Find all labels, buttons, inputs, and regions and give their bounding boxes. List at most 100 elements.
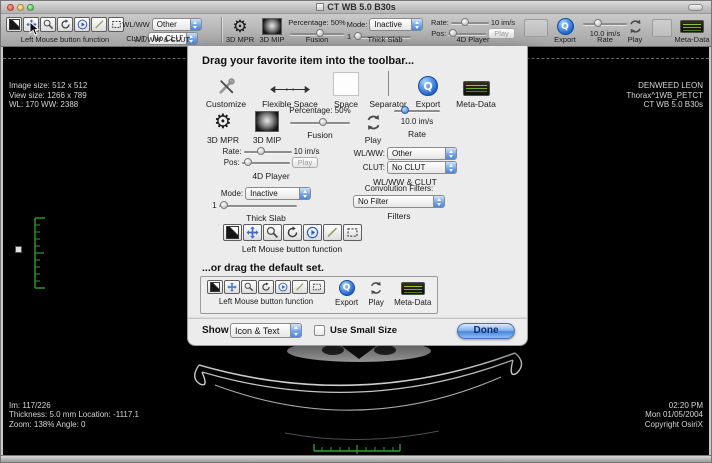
chevron-updown-icon bbox=[433, 196, 444, 207]
item-wlww-clut[interactable]: WL/WW: Other CLUT: No CLUT WL/WW & CLUT bbox=[346, 146, 464, 187]
toolbar-metadata[interactable]: Meta-Data bbox=[675, 17, 709, 46]
item-space[interactable]: Space bbox=[326, 68, 366, 109]
use-small-size-label: Use Small Size bbox=[330, 325, 397, 336]
wlww-contrast-icon bbox=[226, 226, 239, 239]
default-export[interactable]: Export bbox=[335, 280, 358, 307]
clut-select[interactable]: No CLUT bbox=[387, 161, 457, 174]
roi-dashed-icon bbox=[346, 226, 359, 239]
toolbar-4d-player: Rate: 10 im/s Pos: Play 4D Player bbox=[425, 17, 521, 46]
wlww-select[interactable]: Other bbox=[152, 18, 202, 31]
toolbar-left-mouse-group: Left Mouse button function bbox=[6, 17, 124, 46]
scroll-play-icon bbox=[278, 282, 288, 292]
item-flexible-space[interactable]: Flexible Space bbox=[254, 68, 326, 109]
overlay-bottom-right: 02:20 PMMon 01/05/2004Copyright OsiriX bbox=[645, 382, 703, 449]
item-3dmip[interactable]: 3D MIP bbox=[246, 108, 288, 145]
refresh-play-icon bbox=[368, 280, 384, 296]
chevron-updown-icon bbox=[411, 19, 422, 30]
overlay-top-right: DENWEED LEONThorax^1WB_PETCTCT WB 5.0 B3… bbox=[626, 62, 703, 129]
wlww-tool-button[interactable] bbox=[207, 280, 223, 294]
separator-icon bbox=[388, 71, 389, 96]
refresh-play-icon bbox=[364, 113, 383, 132]
4d-rate-slider[interactable] bbox=[451, 18, 489, 27]
move-tool-button[interactable] bbox=[243, 224, 262, 241]
rotate-tool-button[interactable] bbox=[57, 17, 73, 32]
chevron-updown-icon bbox=[190, 19, 201, 30]
scroll-tool-button[interactable] bbox=[275, 280, 291, 294]
thick-slab-mode-select[interactable]: Inactive bbox=[245, 187, 311, 200]
4d-play-button[interactable]: Play bbox=[292, 157, 319, 168]
roi-dashed-icon bbox=[111, 19, 122, 30]
done-button[interactable]: Done bbox=[457, 323, 515, 339]
window-title: CT WB 5.0 B30s bbox=[1, 2, 711, 13]
4d-pos-slider[interactable] bbox=[242, 158, 290, 167]
customize-tools-icon bbox=[217, 77, 236, 96]
magnify-icon bbox=[43, 19, 54, 30]
item-export[interactable]: Export bbox=[408, 68, 448, 109]
metadata-dicom-icon bbox=[463, 81, 490, 96]
item-play[interactable]: Play bbox=[356, 108, 390, 145]
scroll-play-icon bbox=[306, 226, 319, 239]
rotate-tool-button[interactable] bbox=[258, 280, 274, 294]
rotate-tool-button[interactable] bbox=[283, 224, 302, 241]
item-separator[interactable]: Separator bbox=[368, 68, 408, 109]
item-left-mouse-set[interactable]: Left Mouse button function bbox=[212, 224, 372, 254]
4d-rate-slider[interactable] bbox=[244, 147, 292, 156]
default-play[interactable]: Play bbox=[368, 280, 384, 307]
item-rate[interactable]: 10.0 im/s Rate bbox=[392, 106, 442, 139]
move-tool-button[interactable] bbox=[224, 280, 240, 294]
overlay-bottom-left: Im: 117/226Thickness: 5.0 mm Location: -… bbox=[9, 382, 139, 449]
convolution-filter-select[interactable]: No Filter bbox=[353, 195, 445, 208]
thick-slab-slider[interactable] bbox=[219, 201, 297, 210]
wlww-tool-button[interactable] bbox=[223, 224, 242, 241]
toolbar-play[interactable]: Play bbox=[622, 17, 648, 46]
rate-slider[interactable] bbox=[394, 106, 440, 115]
item-filters[interactable]: Convolution Filters: No Filter Filters bbox=[334, 184, 464, 221]
show-mode-select[interactable]: Icon & Text bbox=[230, 323, 302, 338]
scroll-play-icon bbox=[77, 19, 88, 30]
roi-tool-button[interactable] bbox=[343, 224, 362, 241]
toolbar-toggle-pill[interactable] bbox=[688, 4, 703, 11]
item-fusion[interactable]: Percentage: 50% Fusion bbox=[288, 106, 352, 140]
mip-image-icon bbox=[262, 18, 282, 35]
wlww-tool-button[interactable] bbox=[6, 17, 22, 32]
window-bottom-edge[interactable] bbox=[1, 455, 711, 462]
default-metadata[interactable]: Meta-Data bbox=[394, 280, 431, 307]
title-bar[interactable]: CT WB 5.0 B30s bbox=[1, 1, 711, 14]
space-icon bbox=[333, 72, 359, 96]
magnify-tool-button[interactable] bbox=[40, 17, 56, 32]
length-icon bbox=[94, 19, 105, 30]
roi-tool-button[interactable] bbox=[309, 280, 325, 294]
rate-slider[interactable] bbox=[583, 19, 627, 28]
thick-slab-mode-select[interactable]: Inactive bbox=[369, 18, 423, 31]
sheet-title: Drag your favorite item into the toolbar… bbox=[202, 55, 414, 67]
item-customize[interactable]: Customize bbox=[198, 68, 254, 109]
fusion-slider[interactable] bbox=[290, 118, 350, 127]
wl-label: WL/WW bbox=[122, 20, 150, 29]
wlww-contrast-icon bbox=[210, 282, 220, 292]
toolbar-wlww-group: WL/WW Other CLUT No CLUT WL/WW & CLUT bbox=[125, 17, 199, 46]
item-4d-player[interactable]: Rate: 10 im/s Pos: Play 4D Player bbox=[212, 146, 330, 181]
item-3dmpr[interactable]: 3D MPR bbox=[200, 108, 246, 145]
magnify-tool-button[interactable] bbox=[263, 224, 282, 241]
wlww-group-label: WL/WW & CLUT bbox=[111, 35, 213, 44]
move-icon bbox=[246, 226, 259, 239]
use-small-size-checkbox[interactable] bbox=[314, 325, 325, 336]
magnify-icon bbox=[244, 282, 254, 292]
item-metadata[interactable]: Meta-Data bbox=[448, 68, 504, 109]
mouse-cursor bbox=[29, 21, 40, 37]
length-tool-button[interactable] bbox=[323, 224, 342, 241]
default-left-mouse[interactable]: Left Mouse button function bbox=[207, 280, 325, 306]
scroll-tool-button[interactable] bbox=[74, 17, 90, 32]
metadata-dicom-icon bbox=[401, 282, 425, 295]
edge-scroll-marker[interactable] bbox=[15, 246, 22, 253]
refresh-play-icon bbox=[627, 18, 644, 35]
scroll-tool-button[interactable] bbox=[303, 224, 322, 241]
length-tool-button[interactable] bbox=[292, 280, 308, 294]
magnify-tool-button[interactable] bbox=[241, 280, 257, 294]
wlww-select[interactable]: Other bbox=[387, 147, 457, 160]
wlww-contrast-icon bbox=[9, 19, 20, 30]
length-tool-button[interactable] bbox=[91, 17, 107, 32]
export-quicktime-icon bbox=[418, 76, 438, 96]
item-thick-slab[interactable]: Mode: Inactive 1 Thick Slab bbox=[210, 186, 322, 223]
length-icon bbox=[326, 226, 339, 239]
